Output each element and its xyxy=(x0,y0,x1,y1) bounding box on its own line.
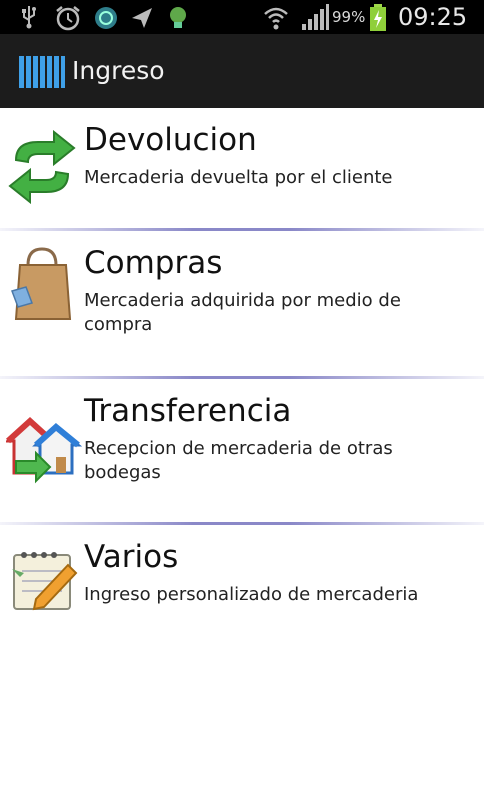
battery-icon xyxy=(370,4,386,31)
sync-icon xyxy=(95,7,117,29)
shopping-bag-icon xyxy=(11,247,72,320)
list-item-compras[interactable]: Compras Mercaderia adquirida por medio d… xyxy=(0,231,484,376)
battery-percent: 99% xyxy=(332,8,366,26)
alarm-icon xyxy=(56,6,80,31)
item-title: Transferencia xyxy=(84,393,292,429)
house-transfer-icon xyxy=(6,416,82,484)
item-subtitle: Ingreso personalizado de mercaderia xyxy=(84,584,419,605)
item-subtitle: Mercaderia adquirida por medio de compra xyxy=(84,290,401,335)
action-bar: Ingreso xyxy=(0,34,484,108)
item-title: Compras xyxy=(84,245,223,281)
notepad-pencil-icon xyxy=(12,552,78,611)
usb-icon xyxy=(22,6,36,29)
refresh-arrows-icon xyxy=(8,130,76,204)
list-item-devolucion[interactable]: Devolucion Mercaderia devuelta por el cl… xyxy=(0,108,484,228)
status-time: 09:25 xyxy=(398,3,468,31)
item-title: Varios xyxy=(84,539,179,575)
item-subtitle: Mercaderia devuelta por el cliente xyxy=(84,167,393,188)
item-subtitle: Recepcion de mercaderia de otras bodegas xyxy=(84,438,393,483)
list-item-varios[interactable]: Varios Ingreso personalizado de mercader… xyxy=(0,525,484,625)
status-bar: 99% 09:25 xyxy=(0,0,484,34)
item-title: Devolucion xyxy=(84,122,257,158)
wifi-icon xyxy=(264,7,288,30)
navigation-icon xyxy=(132,8,152,28)
bulb-icon xyxy=(170,7,186,28)
list-item-transferencia[interactable]: Transferencia Recepcion de mercaderia de… xyxy=(0,379,484,522)
signal-icon xyxy=(302,4,329,30)
barcode-icon xyxy=(19,56,65,88)
page-title: Ingreso xyxy=(72,56,165,85)
